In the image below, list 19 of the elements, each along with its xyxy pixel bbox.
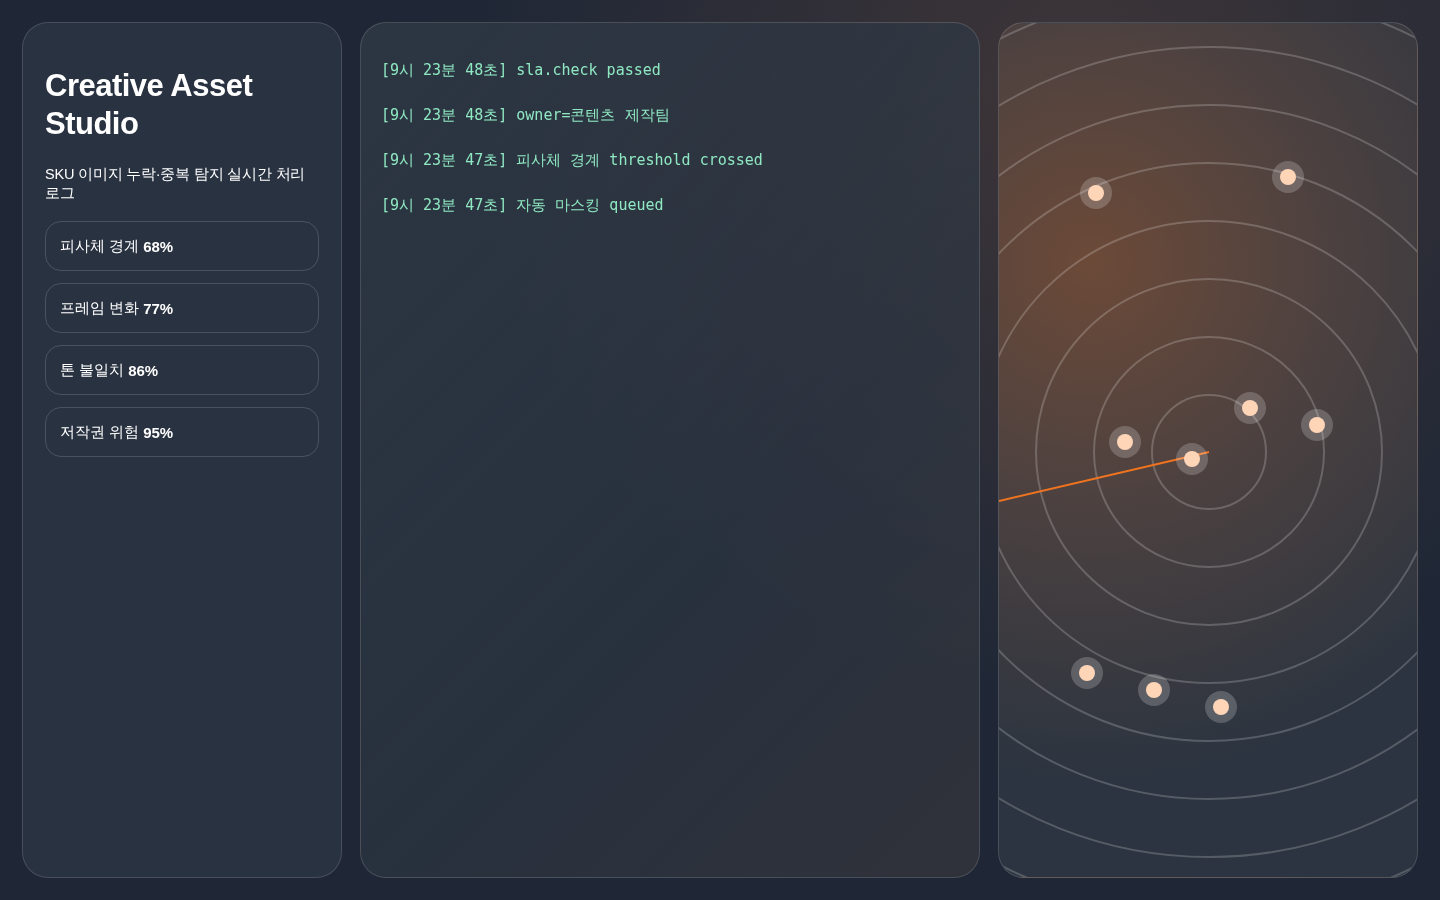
app-title: Creative Asset Studio	[45, 67, 254, 143]
radar-blip	[1234, 392, 1266, 424]
radar-blip	[1071, 657, 1103, 689]
radar-blip	[1109, 426, 1141, 458]
radar-blip	[1205, 691, 1237, 723]
log-line: [9시 23분 48초] owner=콘텐츠 제작팀	[381, 105, 671, 125]
metric-card: 피사체 경계 68%	[45, 221, 319, 271]
radar-blip	[1080, 177, 1112, 209]
log-line: [9시 23분 47초] 피사체 경계 threshold crossed	[381, 150, 764, 170]
radar-blip	[1272, 161, 1304, 193]
metric-card: 톤 불일치 86%	[45, 345, 319, 395]
radar-blip	[1301, 409, 1333, 441]
metric-card: 저작권 위험 95%	[45, 407, 319, 457]
subtitle-text: SKU 이미지 누락·중복 탐지 실시간 처리 로그	[45, 165, 307, 203]
log-line: [9시 23분 47초] 자동 마스킹 queued	[381, 195, 665, 215]
radar-blip	[1176, 443, 1208, 475]
radar-blip	[1138, 674, 1170, 706]
log-line: [9시 23분 48초] sla.check passed	[381, 60, 662, 80]
metric-card: 프레임 변화 77%	[45, 283, 319, 333]
